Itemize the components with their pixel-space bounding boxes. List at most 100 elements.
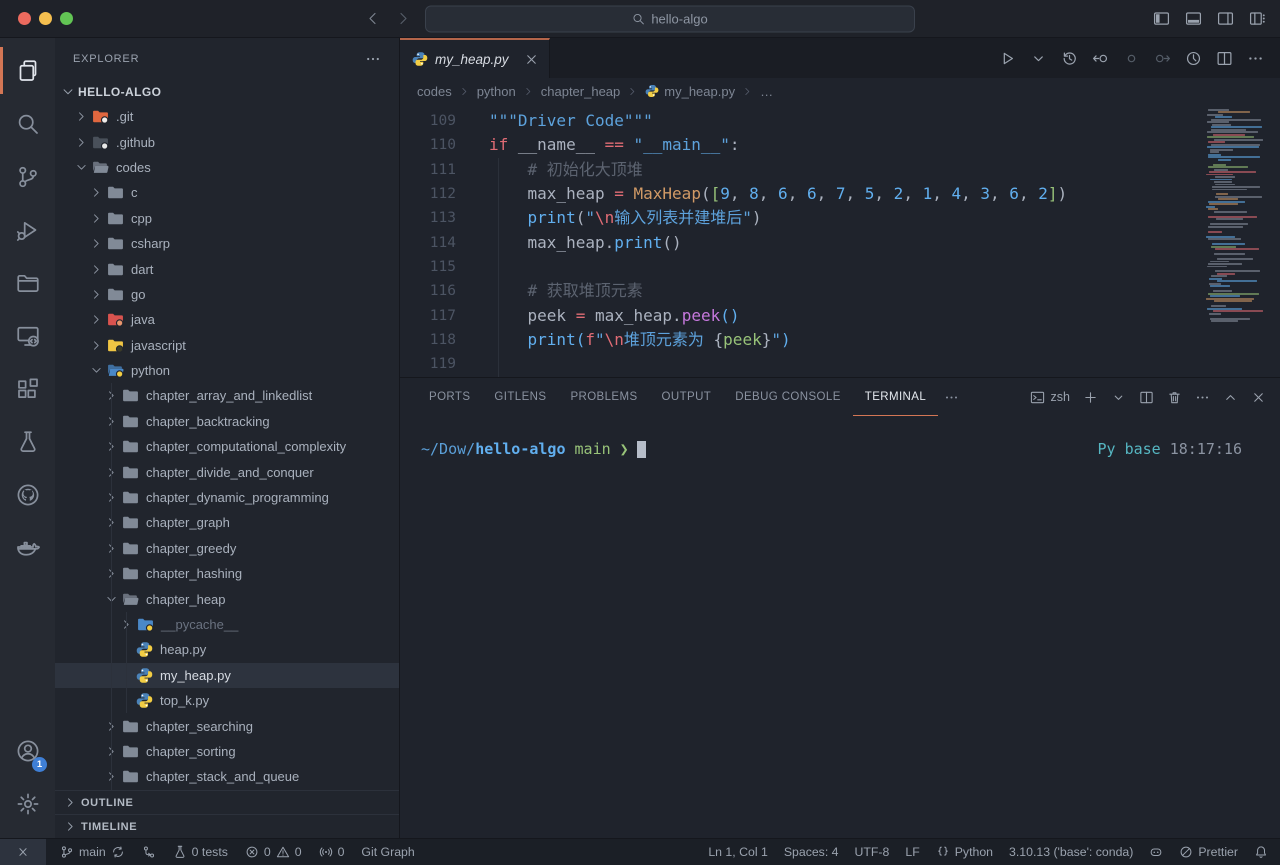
status-test-status[interactable]: 0 tests [173, 845, 228, 859]
toggle-panel-button[interactable] [1185, 10, 1202, 27]
tree-item-chapter-array-and-linkedlist[interactable]: chapter_array_and_linkedlist [55, 383, 399, 408]
toggle-primary-sidebar-button[interactable] [1153, 10, 1170, 27]
status-source-control-compare[interactable] [142, 845, 156, 859]
toggle-secondary-sidebar-button[interactable] [1217, 10, 1234, 27]
status-language-mode[interactable]: Python [936, 845, 993, 859]
kill-terminal-button[interactable] [1167, 390, 1182, 405]
activity-bar-item-source-control[interactable] [0, 150, 55, 203]
activity-bar-item-explorer[interactable] [0, 44, 55, 97]
command-center-search[interactable]: hello-algo [425, 5, 915, 32]
panel-tab-terminal[interactable]: TERMINAL [853, 378, 938, 416]
tree-item-heap-py[interactable]: heap.py [55, 637, 399, 662]
status-branch-status[interactable]: main [60, 845, 125, 859]
workspace-root-item[interactable]: HELLO-ALGO [55, 80, 399, 104]
status-cursor-position[interactable]: Ln 1, Col 1 [708, 845, 767, 859]
zoom-window-button[interactable] [60, 12, 73, 25]
close-window-button[interactable] [18, 12, 31, 25]
status-copilot[interactable] [1149, 845, 1163, 859]
run-button[interactable] [999, 50, 1016, 67]
tree-item--github[interactable]: .github [55, 129, 399, 154]
tree-item-c[interactable]: c [55, 180, 399, 205]
split-editor-button[interactable] [1216, 50, 1233, 67]
close-tab-icon[interactable] [524, 52, 539, 67]
minimize-window-button[interactable] [39, 12, 52, 25]
tree-item-chapter-searching[interactable]: chapter_searching [55, 713, 399, 738]
run-dropdown[interactable] [1030, 50, 1047, 67]
outline-section[interactable]: OUTLINE [55, 790, 399, 814]
terminal-content[interactable]: ~/Dow/hello-algo main ❯ Py base 18:17:16 [400, 416, 1280, 838]
split-terminal-button[interactable] [1139, 390, 1154, 405]
tree-item-go[interactable]: go [55, 282, 399, 307]
panel-more-tabs-icon[interactable] [944, 378, 959, 416]
tree-item-chapter-heap[interactable]: chapter_heap [55, 586, 399, 611]
breadcrumb-item[interactable]: … [760, 84, 773, 99]
activity-bar-item-search[interactable] [0, 97, 55, 150]
activity-bar-item-project-explorer[interactable] [0, 256, 55, 309]
status-encoding[interactable]: UTF-8 [855, 845, 890, 859]
status-feedback-status[interactable]: 0 [319, 845, 345, 859]
status-problems-status[interactable]: 00 [245, 845, 302, 859]
breadcrumb-item[interactable]: python [477, 84, 516, 99]
maximize-panel-icon[interactable] [1223, 390, 1238, 405]
tree-item--pycache-[interactable]: __pycache__ [55, 612, 399, 637]
status-git-graph[interactable]: Git Graph [361, 845, 414, 859]
activity-bar-item-extensions[interactable] [0, 362, 55, 415]
tree-item-my-heap-py[interactable]: my_heap.py [55, 663, 399, 688]
file-history-button[interactable] [1061, 50, 1078, 67]
tree-item-csharp[interactable]: csharp [55, 231, 399, 256]
panel-tab-debug-console[interactable]: DEBUG CONSOLE [723, 378, 853, 416]
back-icon[interactable] [365, 11, 381, 27]
new-terminal-button[interactable] [1083, 390, 1098, 405]
tree-item-chapter-hashing[interactable]: chapter_hashing [55, 561, 399, 586]
activity-bar-item-remote-explorer[interactable] [0, 309, 55, 362]
next-change-button[interactable] [1154, 50, 1171, 67]
status-indentation[interactable]: Spaces: 4 [784, 845, 839, 859]
tree-item-top-k-py[interactable]: top_k.py [55, 688, 399, 713]
status-notifications[interactable] [1254, 845, 1268, 859]
timeline-section[interactable]: TIMELINE [55, 814, 399, 838]
gitlens-graph-button[interactable] [1185, 50, 1202, 67]
panel-tab-problems[interactable]: PROBLEMS [558, 378, 649, 416]
more-actions-button[interactable] [1247, 50, 1264, 67]
remote-indicator[interactable] [0, 839, 46, 865]
activity-bar-item-testing[interactable] [0, 415, 55, 468]
tree-item-chapter-divide-and-conquer[interactable]: chapter_divide_and_conquer [55, 459, 399, 484]
revert-change-button[interactable] [1123, 50, 1140, 67]
tree-item-java[interactable]: java [55, 307, 399, 332]
minimap[interactable] [1204, 109, 1270, 323]
terminal-dropdown-icon[interactable] [1111, 390, 1126, 405]
tree-item-codes[interactable]: codes [55, 155, 399, 180]
breadcrumb-item[interactable]: my_heap.py [645, 84, 735, 99]
breadcrumb-item[interactable]: codes [417, 84, 452, 99]
activity-bar-item-docker[interactable] [0, 521, 55, 574]
tree-item-chapter-stack-and-queue[interactable]: chapter_stack_and_queue [55, 764, 399, 789]
status-eol[interactable]: LF [905, 845, 919, 859]
tree-item-cpp[interactable]: cpp [55, 206, 399, 231]
tree-item-chapter-backtracking[interactable]: chapter_backtracking [55, 409, 399, 434]
tree-item-chapter-dynamic-programming[interactable]: chapter_dynamic_programming [55, 485, 399, 510]
panel-tab-gitlens[interactable]: GITLENS [482, 378, 558, 416]
tree-item-javascript[interactable]: javascript [55, 333, 399, 358]
activity-bar-item-accounts[interactable]: 1 [0, 724, 55, 777]
activity-bar-item-github[interactable] [0, 468, 55, 521]
tree-item-dart[interactable]: dart [55, 256, 399, 281]
tree-item--git[interactable]: .git [55, 104, 399, 129]
panel-tab-output[interactable]: OUTPUT [650, 378, 724, 416]
forward-icon[interactable] [395, 11, 411, 27]
code-editor[interactable]: 109"""Driver Code"""110if __name__ == "_… [400, 104, 1280, 377]
tree-item-chapter-sorting[interactable]: chapter_sorting [55, 739, 399, 764]
panel-tab-ports[interactable]: PORTS [417, 378, 482, 416]
tree-item-chapter-graph[interactable]: chapter_graph [55, 510, 399, 535]
tree-item-chapter-computational-complexity[interactable]: chapter_computational_complexity [55, 434, 399, 459]
status-prettier[interactable]: Prettier [1179, 845, 1238, 859]
status-python-interpreter[interactable]: 3.10.13 ('base': conda) [1009, 845, 1133, 859]
panel-more-actions-icon[interactable] [1195, 390, 1210, 405]
customize-layout-button[interactable] [1249, 10, 1266, 27]
sidebar-more-actions-icon[interactable] [365, 51, 381, 67]
close-panel-icon[interactable] [1251, 390, 1266, 405]
tree-item-python[interactable]: python [55, 358, 399, 383]
previous-change-button[interactable] [1092, 50, 1109, 67]
tab-my-heap[interactable]: my_heap.py [400, 38, 550, 78]
tree-item-chapter-greedy[interactable]: chapter_greedy [55, 536, 399, 561]
breadcrumb-item[interactable]: chapter_heap [541, 84, 621, 99]
